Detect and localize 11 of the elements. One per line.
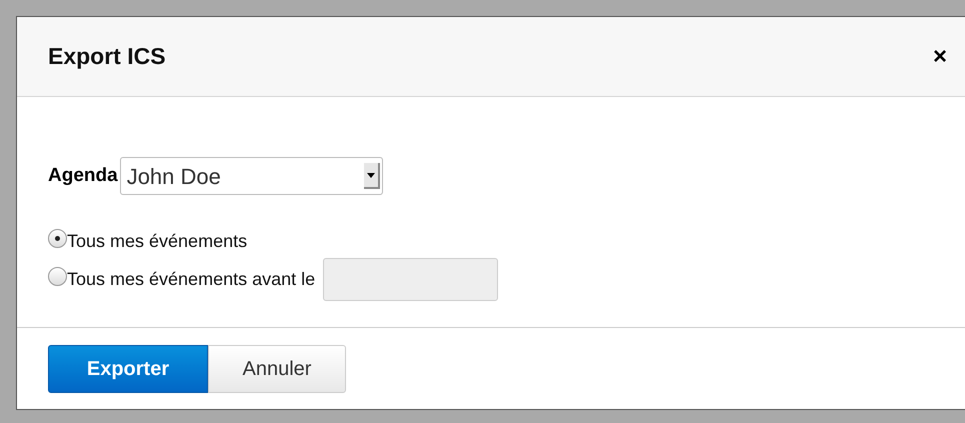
export-button[interactable]: Exporter — [48, 344, 208, 392]
radio-button[interactable] — [48, 266, 67, 286]
agenda-select[interactable]: John Doe — [120, 157, 383, 195]
radio-label: Tous mes événements — [67, 230, 248, 252]
dialog-title: Export ICS — [48, 42, 166, 72]
agenda-label: Agenda — [48, 164, 118, 188]
date-field[interactable] — [323, 258, 498, 300]
close-button[interactable]: × — [932, 44, 947, 68]
cancel-button[interactable]: Annuler — [208, 344, 346, 392]
radio-button[interactable] — [48, 228, 67, 248]
radio-label: Tous mes événements avant le — [67, 268, 316, 290]
